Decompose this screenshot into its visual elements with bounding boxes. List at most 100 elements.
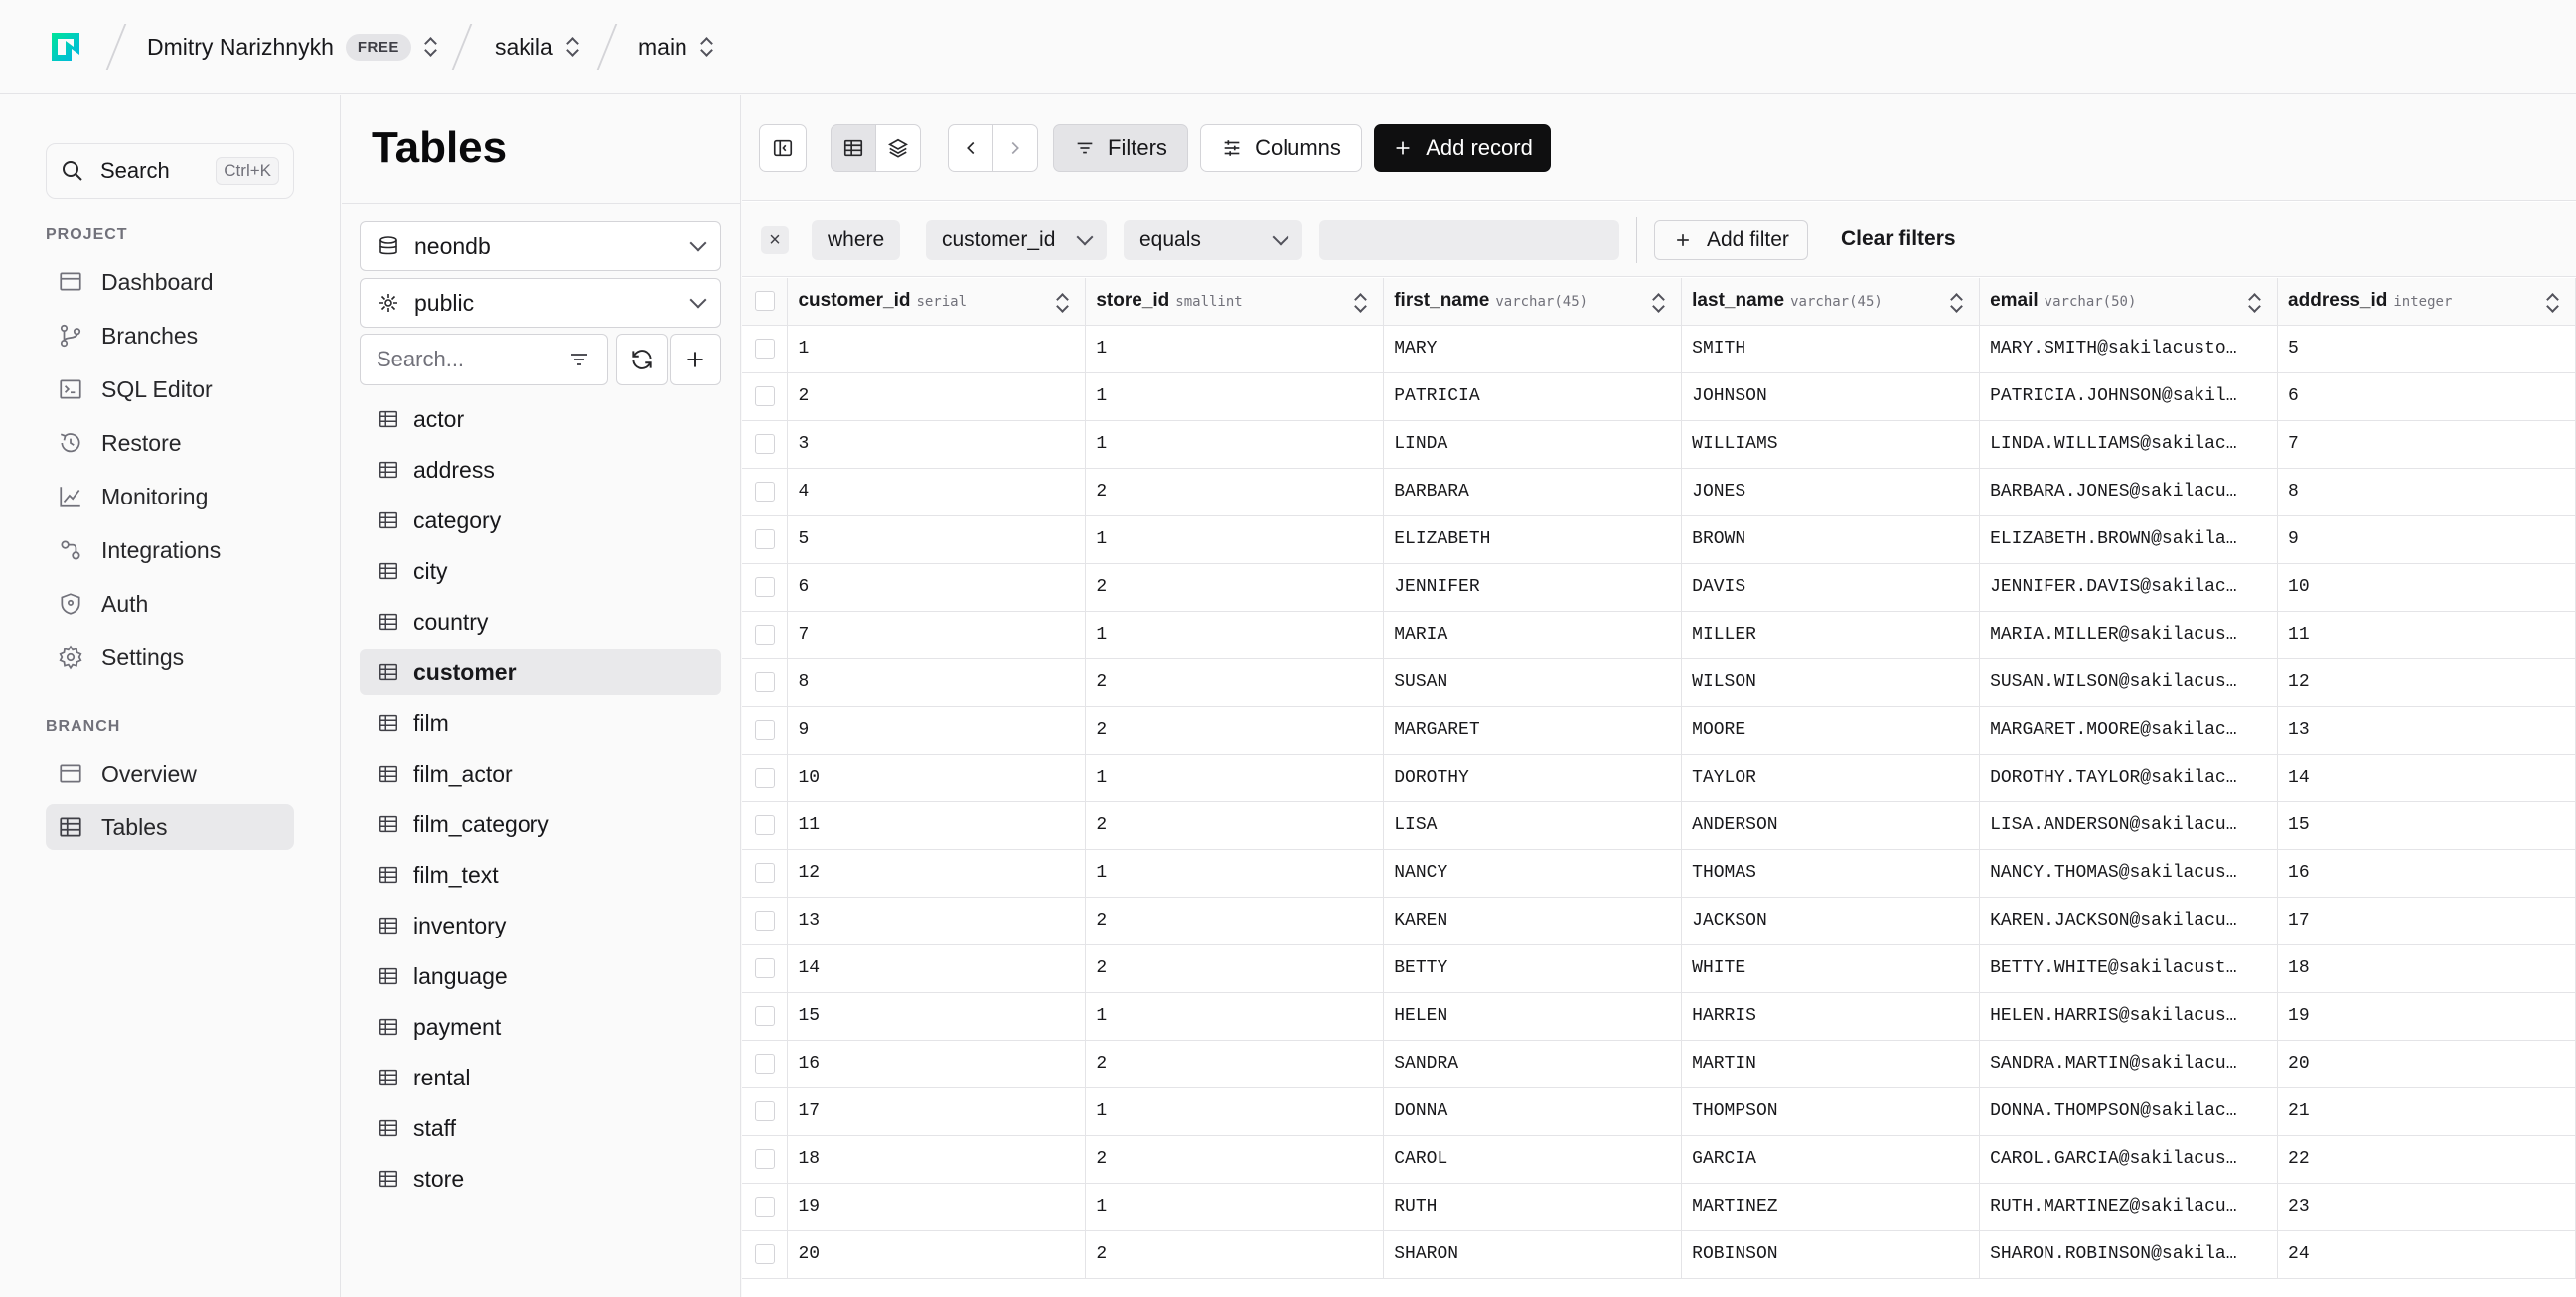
cell-email[interactable]: ELIZABETH.BROWN@sakila… [1979, 515, 2279, 564]
cell-first-name[interactable]: LINDA [1383, 420, 1683, 469]
column-header-email[interactable]: email varchar(50) [1979, 278, 2279, 326]
add-table-button[interactable] [670, 334, 721, 385]
cell-email[interactable]: DONNA.THOMPSON@sakilac… [1979, 1087, 2279, 1136]
row-checkbox[interactable] [754, 385, 775, 406]
cell-store-id[interactable]: 2 [1085, 801, 1385, 850]
row-checkbox[interactable] [754, 1005, 775, 1026]
table-row[interactable]: 13 2 KAREN JACKSON KAREN.JACKSON@sakilacu… 17 [742, 897, 2576, 945]
cell-customer-id[interactable]: 8 [787, 658, 1087, 707]
cell-last-name[interactable]: GARCIA [1681, 1135, 1981, 1184]
cell-email[interactable]: MARIA.MILLER@sakilacus… [1979, 611, 2279, 659]
cell-address-id[interactable]: 21 [2277, 1087, 2576, 1136]
table-row[interactable]: 10 1 DOROTHY TAYLOR DOROTHY.TAYLOR@sakilac… 1… [742, 754, 2576, 802]
table-view-button[interactable] [831, 124, 876, 172]
filter-column-select[interactable]: customer_id [926, 220, 1107, 260]
table-item-store[interactable]: store [360, 1156, 721, 1202]
cell-first-name[interactable]: BARBARA [1383, 468, 1683, 516]
sort-icon[interactable] [2247, 292, 2261, 314]
table-row[interactable]: 9 2 MARGARET MOORE MARGARET.MOORE@sakilac… 13 [742, 706, 2576, 755]
cell-first-name[interactable]: LISA [1383, 801, 1683, 850]
filter-icon[interactable] [567, 348, 591, 371]
refresh-button[interactable] [616, 334, 668, 385]
row-checkbox[interactable] [754, 1053, 775, 1074]
cell-address-id[interactable]: 12 [2277, 658, 2576, 707]
cell-last-name[interactable]: BROWN [1681, 515, 1981, 564]
cell-store-id[interactable]: 1 [1085, 372, 1385, 421]
cell-store-id[interactable]: 2 [1085, 897, 1385, 945]
cell-store-id[interactable]: 2 [1085, 1040, 1385, 1088]
cell-store-id[interactable]: 1 [1085, 325, 1385, 373]
cell-email[interactable]: MARY.SMITH@sakilacusto… [1979, 325, 2279, 373]
cell-customer-id[interactable]: 1 [787, 325, 1087, 373]
cell-email[interactable]: LISA.ANDERSON@sakilacu… [1979, 801, 2279, 850]
cell-store-id[interactable]: 1 [1085, 1087, 1385, 1136]
column-header-first-name[interactable]: first_name varchar(45) [1383, 278, 1683, 326]
cell-customer-id[interactable]: 10 [787, 754, 1087, 802]
filters-button[interactable]: Filters [1053, 124, 1188, 172]
cell-email[interactable]: PATRICIA.JOHNSON@sakil… [1979, 372, 2279, 421]
cell-first-name[interactable]: RUTH [1383, 1183, 1683, 1231]
schema-view-button[interactable] [875, 124, 921, 172]
nav-settings[interactable]: Settings [46, 635, 294, 680]
row-checkbox[interactable] [754, 1100, 775, 1121]
table-item-payment[interactable]: payment [360, 1004, 721, 1050]
cell-address-id[interactable]: 16 [2277, 849, 2576, 898]
cell-store-id[interactable]: 2 [1085, 563, 1385, 612]
cell-customer-id[interactable]: 17 [787, 1087, 1087, 1136]
next-page-button[interactable] [992, 124, 1038, 172]
table-item-city[interactable]: city [360, 548, 721, 594]
column-header-last-name[interactable]: last_name varchar(45) [1681, 278, 1981, 326]
table-item-language[interactable]: language [360, 953, 721, 999]
sort-icon[interactable] [1949, 292, 1963, 314]
cell-email[interactable]: JENNIFER.DAVIS@sakilac… [1979, 563, 2279, 612]
database-select[interactable]: neondb [360, 221, 721, 271]
sort-icon[interactable] [1055, 292, 1069, 314]
table-row[interactable]: 19 1 RUTH MARTINEZ RUTH.MARTINEZ@sakilacu… 23 [742, 1183, 2576, 1231]
row-checkbox[interactable] [754, 767, 775, 788]
toggle-sidebar-button[interactable] [759, 124, 807, 172]
cell-email[interactable]: DOROTHY.TAYLOR@sakilac… [1979, 754, 2279, 802]
table-row[interactable]: 3 1 LINDA WILLIAMS LINDA.WILLIAMS@sakilac… 7 [742, 420, 2576, 469]
table-item-address[interactable]: address [360, 447, 721, 493]
cell-store-id[interactable]: 2 [1085, 468, 1385, 516]
cell-store-id[interactable]: 2 [1085, 706, 1385, 755]
sort-icon[interactable] [1651, 292, 1665, 314]
row-checkbox[interactable] [754, 719, 775, 740]
table-item-customer[interactable]: customer [360, 649, 721, 695]
table-row[interactable]: 5 1 ELIZABETH BROWN ELIZABETH.BROWN@sakila… 9 [742, 515, 2576, 564]
table-row[interactable]: 16 2 SANDRA MARTIN SANDRA.MARTIN@sakilacu… 20 [742, 1040, 2576, 1088]
cell-first-name[interactable]: SUSAN [1383, 658, 1683, 707]
cell-address-id[interactable]: 7 [2277, 420, 2576, 469]
row-checkbox[interactable] [754, 1196, 775, 1217]
row-checkbox[interactable] [754, 814, 775, 835]
row-checkbox[interactable] [754, 338, 775, 359]
table-row[interactable]: 17 1 DONNA THOMPSON DONNA.THOMPSON@sakilac… 2… [742, 1087, 2576, 1136]
schema-select[interactable]: public [360, 278, 721, 328]
table-row[interactable]: 20 2 SHARON ROBINSON SHARON.ROBINSON@sakila…… [742, 1230, 2576, 1279]
table-row[interactable]: 7 1 MARIA MILLER MARIA.MILLER@sakilacus… 11 [742, 611, 2576, 659]
cell-last-name[interactable]: THOMAS [1681, 849, 1981, 898]
cell-last-name[interactable]: MARTINEZ [1681, 1183, 1981, 1231]
cell-email[interactable]: BETTY.WHITE@sakilacust… [1979, 944, 2279, 993]
cell-customer-id[interactable]: 13 [787, 897, 1087, 945]
cell-first-name[interactable]: DONNA [1383, 1087, 1683, 1136]
table-row[interactable]: 2 1 PATRICIA JOHNSON PATRICIA.JOHNSON@sakil…… [742, 372, 2576, 421]
cell-address-id[interactable]: 20 [2277, 1040, 2576, 1088]
cell-address-id[interactable]: 19 [2277, 992, 2576, 1041]
table-search-input[interactable] [377, 347, 567, 372]
cell-store-id[interactable]: 2 [1085, 1135, 1385, 1184]
nav-branches[interactable]: Branches [46, 313, 294, 359]
cell-customer-id[interactable]: 14 [787, 944, 1087, 993]
cell-address-id[interactable]: 22 [2277, 1135, 2576, 1184]
cell-email[interactable]: SHARON.ROBINSON@sakila… [1979, 1230, 2279, 1279]
cell-first-name[interactable]: PATRICIA [1383, 372, 1683, 421]
table-item-inventory[interactable]: inventory [360, 903, 721, 948]
cell-customer-id[interactable]: 7 [787, 611, 1087, 659]
cell-last-name[interactable]: ANDERSON [1681, 801, 1981, 850]
cell-address-id[interactable]: 14 [2277, 754, 2576, 802]
nav-restore[interactable]: Restore [46, 420, 294, 466]
table-row[interactable]: 18 2 CAROL GARCIA CAROL.GARCIA@sakilacus… 22 [742, 1135, 2576, 1184]
cell-first-name[interactable]: BETTY [1383, 944, 1683, 993]
cell-store-id[interactable]: 1 [1085, 611, 1385, 659]
cell-address-id[interactable]: 5 [2277, 325, 2576, 373]
